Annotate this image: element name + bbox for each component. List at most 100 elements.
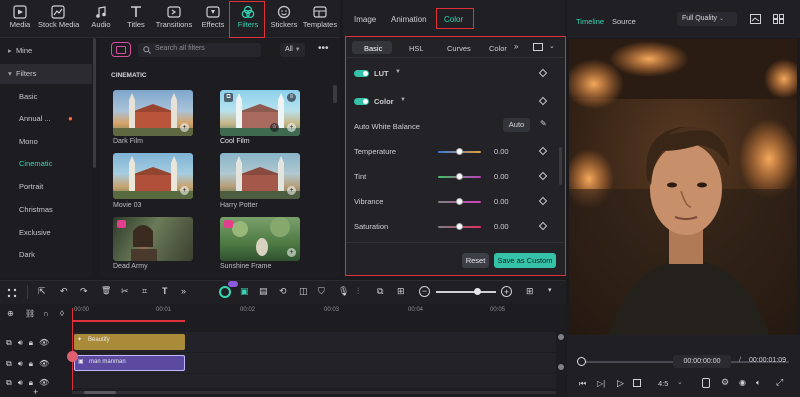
sidebar-item-cinematic[interactable]: Cinematic [0,154,92,174]
caret-down-icon[interactable]: ▼ [395,69,401,75]
sidebar-item-filters[interactable]: ▾ Filters [0,64,92,84]
more-tools-icon[interactable]: » [181,286,186,296]
marker-icon[interactable]: ◊ [60,309,64,318]
eyedropper-icon[interactable]: ✎ [540,119,547,128]
add-icon[interactable]: + [33,387,38,397]
effect-track-controls[interactable]: ⧉🔊︎🔒︎👁︎ [6,338,55,348]
panel-scrollbar[interactable] [559,147,562,185]
render-preview-icon[interactable] [702,378,710,388]
sidebar-item-basic[interactable]: Basic [0,87,92,107]
filter-thumb-sunshine-frame[interactable]: + [220,217,300,261]
camera-snapshot-icon[interactable]: ◉ [739,378,746,387]
tab-color[interactable]: Color [444,15,463,24]
snapshot-icon[interactable] [750,14,761,24]
chevron-down-icon[interactable]: ⌄ [549,42,555,50]
vibrance-value[interactable]: 0.00 [494,197,509,206]
color-match-icon[interactable]: ◫ [299,286,308,297]
chevron-double-right-icon[interactable]: » [514,42,518,51]
chevron-down-icon[interactable]: ▾ [548,286,552,294]
subtab-curves[interactable]: Curves [447,44,471,53]
tab-timeline-preview[interactable]: Timeline [576,17,604,26]
keyframe-diamond-icon[interactable] [538,146,548,156]
sidebar-item-portrait[interactable]: Portrait [0,177,92,197]
subtab-color[interactable]: Color [489,44,507,53]
shield-icon[interactable]: ⛉ [318,286,325,297]
subtab-basic[interactable]: Basic [364,44,382,53]
color-toggle[interactable] [354,98,369,105]
subtab-hsl[interactable]: HSL [409,44,424,53]
keyframe-diamond-icon[interactable] [538,221,548,231]
filter-dropdown[interactable]: All ▼ [280,43,305,57]
storyboard-icon[interactable]: ⊞ [397,286,405,297]
previous-frame-icon[interactable]: ⏮ [579,379,586,389]
sidebar-scrollbar[interactable] [93,38,96,168]
filter-thumb-cool-film[interactable]: ⧉ ≡ ☆ + [220,90,300,136]
temperature-slider-knob[interactable] [456,148,463,155]
zoom-slider-knob[interactable] [474,288,481,295]
playhead-handle[interactable] [67,351,78,362]
sidebar-item-mine[interactable]: ▸ Mine [0,41,92,61]
zoom-in-icon[interactable]: + [501,286,512,297]
delete-icon[interactable]: 🗑︎ [101,286,111,295]
add-track-icon[interactable]: ⊕ [7,309,14,318]
select-arrow-icon[interactable]: ⇱ [38,286,46,297]
link-icon[interactable]: ⛓ [25,309,35,318]
toolbar-media[interactable]: Media [3,3,37,36]
search-input[interactable]: Search all filters [138,43,261,57]
temperature-value[interactable]: 0.00 [494,147,509,156]
tab-animation[interactable]: Animation [391,15,427,24]
scissors-icon[interactable]: ✂ [121,286,129,297]
settings-gear-icon[interactable]: ⚙ [721,377,729,388]
more-options-icon[interactable]: ••• [318,43,329,54]
play-icon[interactable]: ▷ [617,378,624,389]
audio-mixer-icon[interactable]: ⫶ [357,286,359,297]
compare-icon[interactable] [533,43,543,51]
track-scroll-indicator[interactable] [558,364,564,370]
star-icon[interactable]: ☆ [270,123,279,132]
add-icon[interactable]: + [287,186,296,195]
zoom-out-icon[interactable]: − [419,286,430,297]
playhead-line[interactable] [72,308,73,390]
tab-image[interactable]: Image [354,15,376,24]
volume-icon[interactable]: 🔈︎ [756,378,761,388]
toolbar-effects[interactable]: Effects [196,3,230,36]
ai-cutout-icon[interactable]: ▣ [240,286,249,297]
favorites-button[interactable] [111,42,131,57]
tint-slider-knob[interactable] [456,173,463,180]
zoom-slider[interactable] [436,291,496,293]
caret-down-icon[interactable]: ▼ [400,97,406,103]
export-frame-icon[interactable]: ⧉ [377,286,383,297]
playback-progress-knob[interactable] [577,357,586,366]
add-icon[interactable]: + [287,123,296,132]
current-time[interactable]: 00:00:00:00 [673,355,731,368]
sidebar-item-exclusive[interactable]: Exclusive [0,223,92,243]
filter-thumb-movie-03[interactable]: + [113,153,193,199]
redo-icon[interactable]: ↷ [80,286,88,297]
filter-thumb-dark-film[interactable]: + [113,90,193,136]
text-tool-icon[interactable]: T [162,286,168,296]
aspect-ratio-dropdown[interactable]: 4:5 [658,379,668,388]
toolbar-templates[interactable]: Templates [301,3,339,36]
clip-beautify[interactable]: ✦ Beautify [74,334,185,350]
add-icon[interactable]: + [180,186,189,195]
crop-icon[interactable]: ⌗ [142,286,147,297]
add-icon[interactable]: + [287,248,296,257]
video-preview[interactable] [569,39,797,335]
audio-track-controls[interactable]: ⧉🔊︎🔒︎👁︎ [6,378,55,388]
grid-layout-icon[interactable]: ⊞ [526,286,534,297]
add-icon[interactable]: + [180,123,189,132]
toolbar-stock-media[interactable]: Stock Media [38,3,79,36]
auto-button[interactable]: Auto [503,118,530,132]
horizontal-scrollbar-thumb[interactable] [84,391,116,394]
vibrance-slider-knob[interactable] [456,198,463,205]
toolbar-filters[interactable]: Filters [229,1,265,38]
work-area-bar[interactable] [72,320,185,322]
filter-thumb-dead-army[interactable] [113,217,193,261]
menu-icon[interactable]: ≡ [287,93,296,102]
quality-dropdown[interactable]: Full Quality ⌄ [677,12,737,26]
filter-thumb-harry-potter[interactable]: + [220,153,300,199]
keyframe-diamond-icon[interactable] [538,171,548,181]
keyframe-diamond-icon[interactable] [538,68,548,78]
undo-icon[interactable]: ↶ [60,286,68,297]
ai-feature-icon[interactable] [219,286,231,298]
